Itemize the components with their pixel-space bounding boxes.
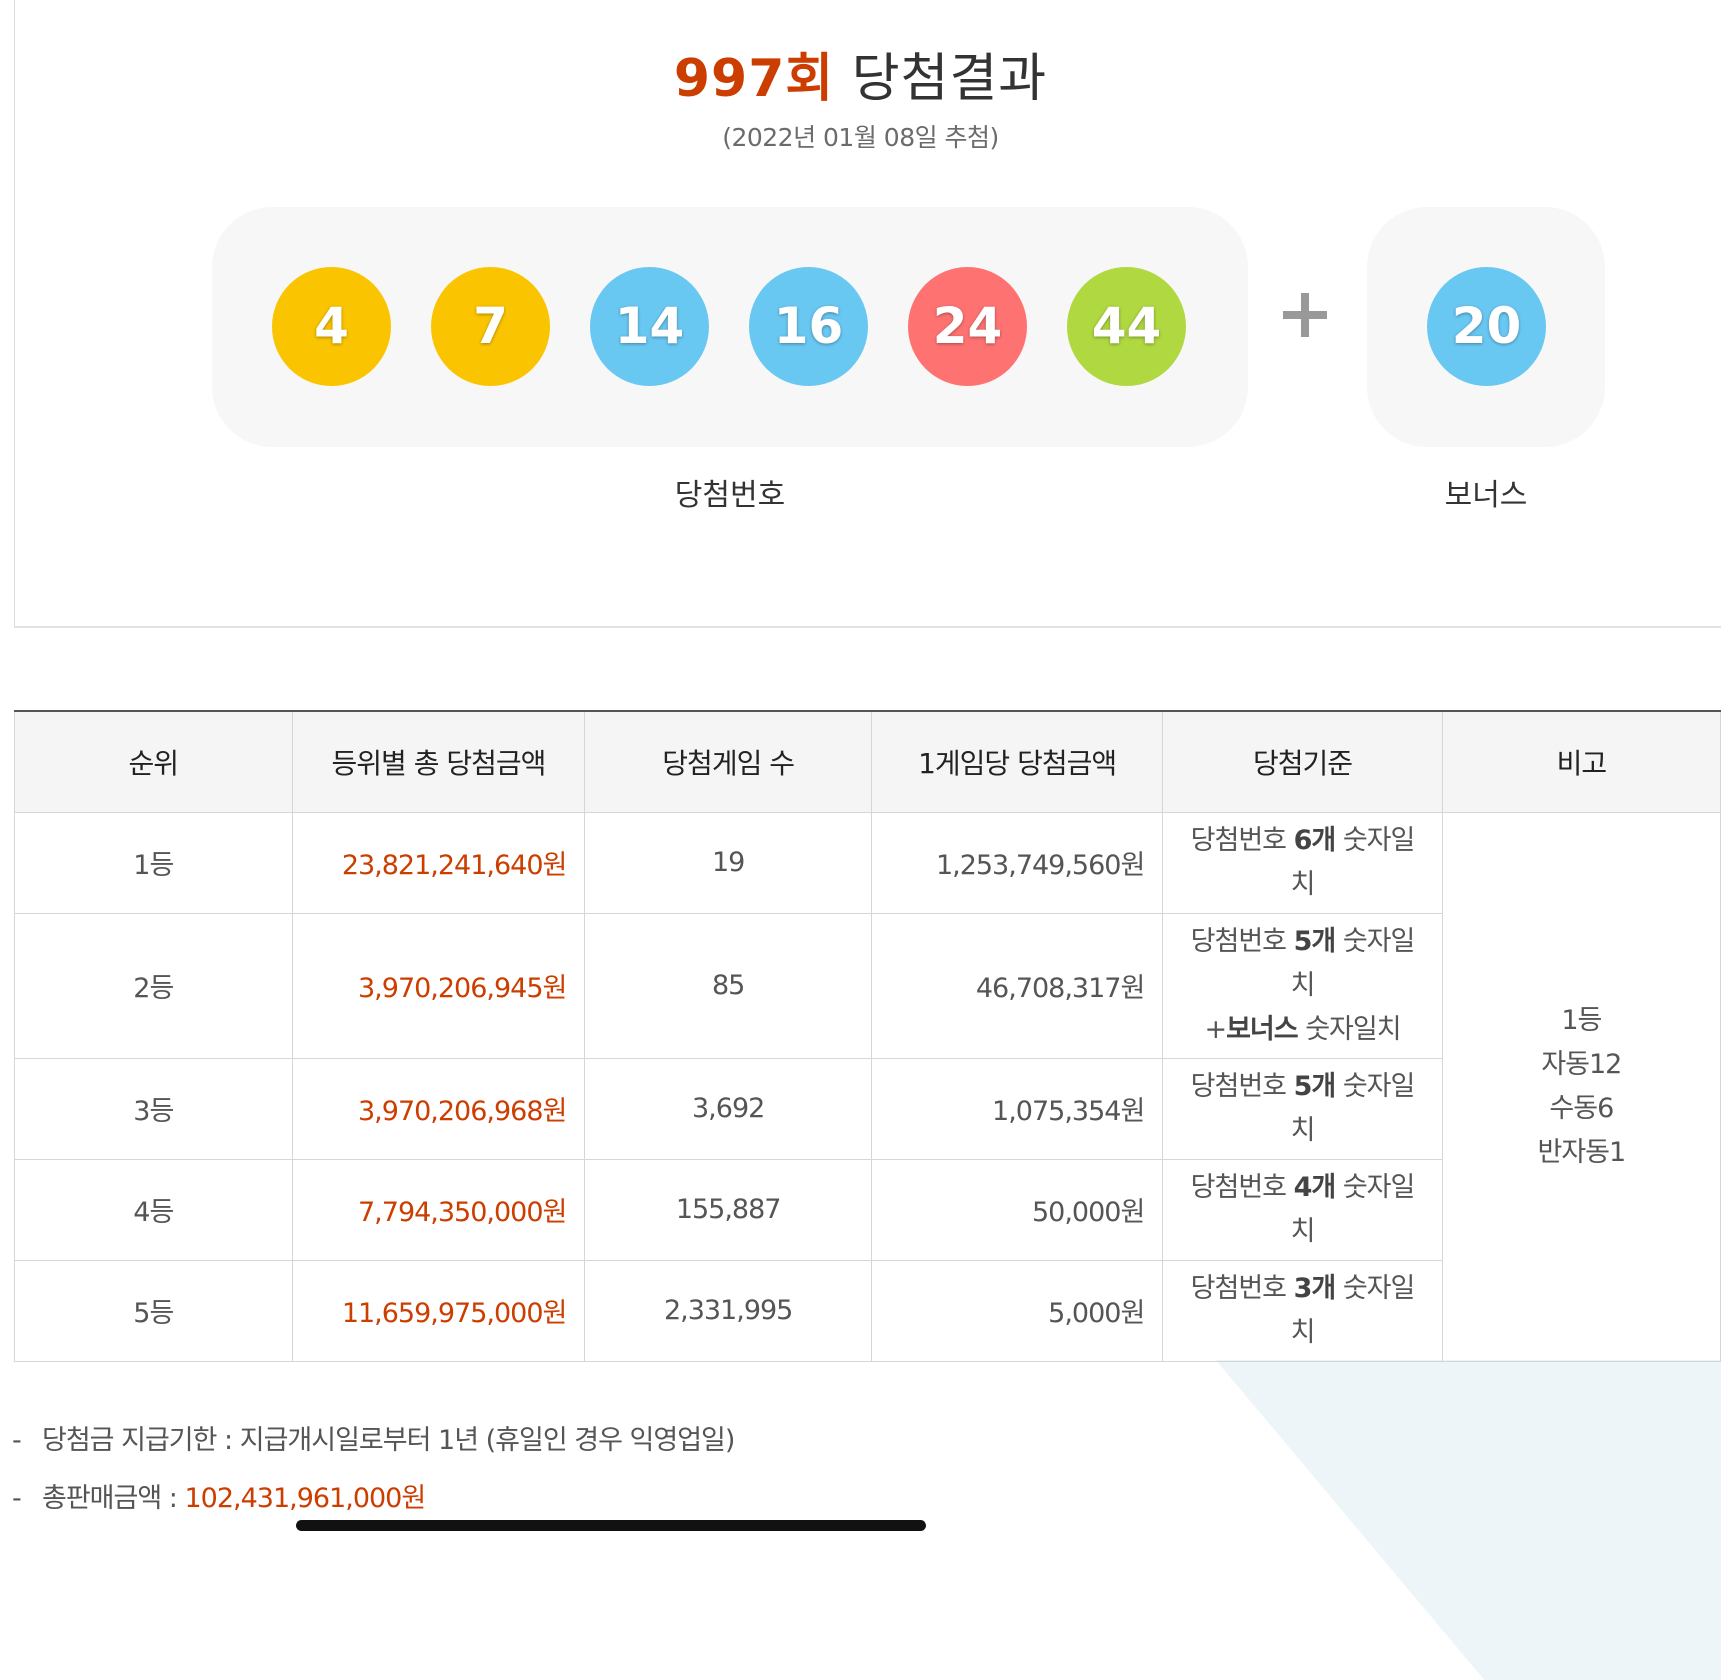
total-sales-value: 102,431,961,000원 bbox=[184, 1483, 426, 1514]
rank-cell: 1등 bbox=[14, 811, 293, 914]
payment-deadline-note: - 당첨금 지급기한 : 지급개시일로부터 1년 (휴일인 경우 익영업일) bbox=[12, 1418, 735, 1457]
criteria-text: 당첨번호 bbox=[1190, 824, 1294, 856]
total-prize-cell: 11,659,975,000원 bbox=[291, 1259, 586, 1362]
winner-count-cell: 2,331,995 bbox=[584, 1259, 872, 1362]
title-suffix: 당첨결과 bbox=[851, 49, 1048, 109]
prize-per-game-cell: 1,075,354원 bbox=[870, 1057, 1164, 1160]
header-note: 비고 bbox=[1441, 710, 1721, 813]
note-line: 수동6 bbox=[1549, 1092, 1614, 1124]
criteria-cell: 당첨번호 5개 숫자일치 bbox=[1162, 1057, 1443, 1160]
prize-per-game-cell: 5,000원 bbox=[870, 1259, 1164, 1362]
criteria-text: 당첨번호 bbox=[1190, 1171, 1294, 1203]
table-row: 1등 23,821,241,640원 19 1,253,749,560원 당첨번… bbox=[14, 811, 1721, 1362]
bonus-number-box: 20 bbox=[1367, 207, 1605, 447]
round-number: 997회 bbox=[673, 49, 835, 109]
table-header-row: 순위 등위별 총 당첨금액 당첨게임 수 1게임당 당첨금액 당첨기준 비고 bbox=[14, 710, 1721, 813]
winner-count-cell: 155,887 bbox=[584, 1158, 872, 1261]
header-total-prize: 등위별 총 당첨금액 bbox=[291, 710, 586, 813]
criteria-cell: 당첨번호 4개 숫자일치 bbox=[1162, 1158, 1443, 1261]
header-criteria: 당첨기준 bbox=[1162, 710, 1443, 813]
bullet-dash: - bbox=[12, 1483, 22, 1514]
total-prize-cell: 7,794,350,000원 bbox=[291, 1158, 586, 1261]
criteria-cell: 당첨번호 5개 숫자일치 +보너스 숫자일치 bbox=[1162, 912, 1443, 1059]
criteria-count: 5개 bbox=[1293, 925, 1337, 957]
note-line: 1등 bbox=[1561, 1004, 1602, 1036]
note-line: 자동12 bbox=[1541, 1048, 1622, 1080]
header-prize-per-game: 1게임당 당첨금액 bbox=[870, 710, 1164, 813]
bonus-label: 보너스 bbox=[1444, 478, 1528, 513]
winning-ball: 14 bbox=[590, 267, 709, 386]
winning-ball: 16 bbox=[749, 267, 868, 386]
total-sales-label: 총판매금액 : bbox=[42, 1483, 185, 1514]
rank-cell: 5등 bbox=[14, 1259, 293, 1362]
winning-numbers-label: 당첨번호 bbox=[674, 478, 786, 513]
note-cell: 1등 자동12 수동6 반자동1 bbox=[1441, 811, 1721, 1362]
background-decoration bbox=[1215, 1360, 1721, 1680]
total-prize-cell: 3,970,206,968원 bbox=[291, 1057, 586, 1160]
winning-ball: 4 bbox=[272, 267, 391, 386]
criteria-text: + bbox=[1204, 1013, 1227, 1045]
rank-cell: 2등 bbox=[14, 912, 293, 1059]
draw-date: (2022년 01월 08일 추첨) bbox=[722, 123, 999, 152]
bullet-dash: - bbox=[12, 1425, 22, 1456]
criteria-text: 당첨번호 bbox=[1190, 1070, 1294, 1102]
winner-count-cell: 19 bbox=[584, 811, 872, 914]
criteria-count: 4개 bbox=[1293, 1171, 1337, 1203]
prize-per-game-cell: 46,708,317원 bbox=[870, 912, 1164, 1059]
criteria-count: 5개 bbox=[1293, 1070, 1337, 1102]
criteria-text: 숫자일치 bbox=[1297, 1013, 1401, 1045]
prize-per-game-cell: 50,000원 bbox=[870, 1158, 1164, 1261]
prize-per-game-cell: 1,253,749,560원 bbox=[870, 811, 1164, 914]
winning-ball: 44 bbox=[1067, 267, 1186, 386]
criteria-text: 당첨번호 bbox=[1190, 925, 1294, 957]
criteria-cell: 당첨번호 3개 숫자일치 bbox=[1162, 1259, 1443, 1362]
total-prize-cell: 3,970,206,945원 bbox=[291, 912, 586, 1059]
total-prize-cell: 23,821,241,640원 bbox=[291, 811, 586, 914]
criteria-text: 당첨번호 bbox=[1190, 1272, 1294, 1304]
header-rank: 순위 bbox=[14, 710, 293, 813]
rank-cell: 4등 bbox=[14, 1158, 293, 1261]
prize-table: 순위 등위별 총 당첨금액 당첨게임 수 1게임당 당첨금액 당첨기준 비고 1… bbox=[14, 710, 1721, 1362]
total-sales-note: - 총판매금액 : 102,431,961,000원 bbox=[12, 1476, 426, 1515]
winner-count-cell: 85 bbox=[584, 912, 872, 1059]
winner-count-cell: 3,692 bbox=[584, 1057, 872, 1160]
header-winner-count: 당첨게임 수 bbox=[584, 710, 872, 813]
rank-cell: 3등 bbox=[14, 1057, 293, 1160]
winning-numbers-box: 4 7 14 16 24 44 bbox=[212, 207, 1248, 447]
note-line: 반자동1 bbox=[1537, 1136, 1627, 1168]
criteria-bonus: 보너스 bbox=[1226, 1013, 1299, 1045]
payment-deadline-text: 당첨금 지급기한 : 지급개시일로부터 1년 (휴일인 경우 익영업일) bbox=[42, 1425, 735, 1456]
winning-ball: 24 bbox=[908, 267, 1027, 386]
plus-icon bbox=[1280, 290, 1330, 340]
bonus-ball: 20 bbox=[1427, 267, 1546, 386]
page-title: 997회 당첨결과 bbox=[0, 36, 1721, 111]
criteria-cell: 당첨번호 6개 숫자일치 bbox=[1162, 811, 1443, 914]
winning-ball: 7 bbox=[431, 267, 550, 386]
criteria-count: 6개 bbox=[1293, 824, 1337, 856]
home-indicator[interactable] bbox=[296, 1520, 926, 1531]
criteria-count: 3개 bbox=[1293, 1272, 1337, 1304]
